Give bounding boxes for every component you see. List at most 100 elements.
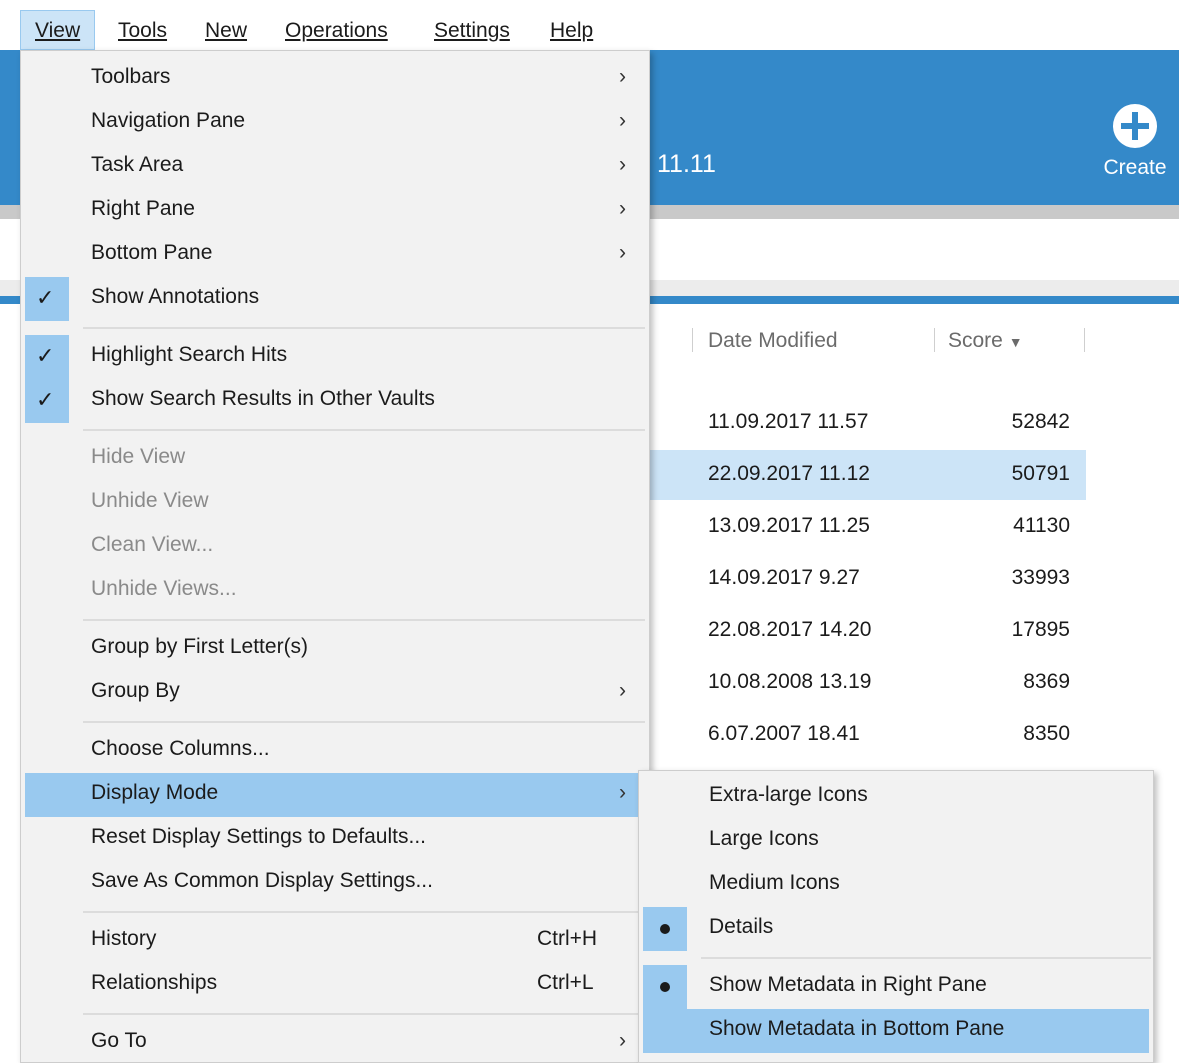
menu-view[interactable]: View — [20, 10, 96, 50]
menu-item-hide-view: Hide View — [25, 437, 643, 481]
menu-item-label: Navigation Pane — [91, 109, 246, 132]
check-box: ✓ — [25, 379, 69, 423]
create-button[interactable]: Create — [1096, 104, 1174, 194]
menu-item-label: History — [91, 927, 157, 950]
row-date: 22.09.2017 11.12 — [708, 462, 870, 485]
menu-item-task-area[interactable]: Task Area › — [25, 145, 643, 189]
table-row[interactable]: 13.09.2017 11.25 41130 — [650, 502, 1086, 552]
menu-item-show-annotations[interactable]: ✓ Show Annotations — [25, 277, 643, 321]
submenu-item-extra-large-icons[interactable]: Extra-large Icons — [643, 775, 1149, 819]
menu-new[interactable]: New — [205, 16, 247, 46]
submenu-item-label: Details — [709, 915, 774, 938]
menu-separator — [83, 429, 645, 431]
table-row[interactable]: 10.08.2008 13.19 8369 — [650, 658, 1086, 708]
row-score: 50791 — [1011, 462, 1070, 485]
menu-separator — [701, 957, 1151, 959]
menu-item-label: Toolbars — [91, 65, 171, 88]
column-header-date-modified[interactable]: Date Modified — [708, 324, 838, 358]
row-score: 8369 — [1023, 670, 1070, 693]
menu-item-show-search-results-other-vaults[interactable]: ✓ Show Search Results in Other Vaults — [25, 379, 643, 423]
menu-tools-label: Tools — [118, 19, 168, 42]
menu-separator — [83, 911, 645, 913]
menu-item-reset-display-settings[interactable]: Reset Display Settings to Defaults... — [25, 817, 643, 861]
menu-item-label: Group by First Letter(s) — [91, 635, 309, 658]
column-header-score[interactable]: Score ▼ — [948, 324, 1023, 358]
submenu-item-label: Medium Icons — [709, 871, 840, 894]
menu-item-toolbars[interactable]: Toolbars › — [25, 57, 643, 101]
row-date: 6.07.2007 18.41 — [708, 722, 860, 745]
menu-operations[interactable]: Operations — [285, 16, 388, 46]
menu-item-group-by[interactable]: Group By › — [25, 671, 643, 715]
row-date: 13.09.2017 11.25 — [708, 514, 870, 537]
menu-item-display-mode[interactable]: Display Mode › — [25, 773, 643, 817]
menu-item-bottom-pane[interactable]: Bottom Pane › — [25, 233, 643, 277]
submenu-item-metadata-right-pane[interactable]: Show Metadata in Right Pane — [643, 965, 1149, 1009]
menu-item-label: Save As Common Display Settings... — [91, 869, 433, 892]
chevron-right-icon: › — [619, 109, 626, 132]
menu-bar: View Tools New Operations Settings Help — [0, 0, 1179, 50]
chevron-right-icon: › — [619, 153, 626, 176]
menu-item-unhide-view: Unhide View — [25, 481, 643, 525]
menu-item-clean-view: Clean View... — [25, 525, 643, 569]
menu-item-group-by-first-letter[interactable]: Group by First Letter(s) — [25, 627, 643, 671]
menu-item-shortcut: Ctrl+H — [537, 927, 598, 950]
menu-item-choose-columns[interactable]: Choose Columns... — [25, 729, 643, 773]
view-menu-dropdown: Toolbars › Navigation Pane › Task Area ›… — [20, 50, 650, 1063]
column-separator[interactable] — [934, 328, 935, 352]
menu-settings[interactable]: Settings — [434, 16, 510, 46]
banner-date-text: 11.11 — [657, 150, 716, 178]
menu-item-label: Choose Columns... — [91, 737, 270, 760]
menu-item-navigation-pane[interactable]: Navigation Pane › — [25, 101, 643, 145]
chevron-right-icon: › — [619, 197, 626, 220]
column-separator[interactable] — [692, 328, 693, 352]
menu-operations-label: Operations — [285, 19, 388, 42]
table-row[interactable]: 14.09.2017 9.27 33993 — [650, 554, 1086, 604]
submenu-item-label: Show Metadata in Bottom Pane — [709, 1017, 1005, 1040]
chevron-right-icon: › — [619, 65, 626, 88]
chevron-right-icon: › — [619, 781, 626, 804]
menu-item-relationships[interactable]: Relationships Ctrl+L — [25, 963, 643, 1007]
menu-item-unhide-views: Unhide Views... — [25, 569, 643, 613]
menu-separator — [83, 327, 645, 329]
row-date: 22.08.2017 14.20 — [708, 618, 872, 641]
menu-item-label: Bottom Pane — [91, 241, 213, 264]
submenu-item-details[interactable]: Details — [643, 907, 1149, 951]
sort-descending-icon: ▼ — [1008, 334, 1023, 350]
submenu-item-medium-icons[interactable]: Medium Icons — [643, 863, 1149, 907]
menu-item-label: Display Mode — [91, 781, 219, 804]
row-score: 8350 — [1023, 722, 1070, 745]
row-score: 17895 — [1011, 618, 1070, 641]
bullet-icon — [660, 924, 670, 934]
menu-item-label: Relationships — [91, 971, 218, 994]
menu-help[interactable]: Help — [550, 16, 593, 46]
table-row-selected[interactable]: 22.09.2017 11.12 50791 — [650, 450, 1086, 500]
menu-item-label: Right Pane — [91, 197, 195, 220]
table-row[interactable]: 6.07.2007 18.41 8350 — [650, 710, 1086, 760]
menu-separator — [83, 1013, 645, 1015]
table-row[interactable]: 11.09.2017 11.57 52842 — [650, 398, 1086, 448]
submenu-item-metadata-bottom-pane[interactable]: Show Metadata in Bottom Pane — [643, 1009, 1149, 1053]
menu-item-label: Reset Display Settings to Defaults... — [91, 825, 426, 848]
menu-item-label: Clean View... — [91, 533, 214, 556]
menu-item-right-pane[interactable]: Right Pane › — [25, 189, 643, 233]
row-date: 14.09.2017 9.27 — [708, 566, 860, 589]
checkmark-icon: ✓ — [36, 387, 55, 412]
bullet-icon — [660, 982, 670, 992]
menu-item-history[interactable]: History Ctrl+H — [25, 919, 643, 963]
menu-item-label: Go To — [91, 1029, 147, 1052]
menu-tools[interactable]: Tools — [118, 16, 167, 46]
menu-item-save-common-display-settings[interactable]: Save As Common Display Settings... — [25, 861, 643, 905]
column-separator[interactable] — [1084, 328, 1085, 352]
submenu-item-large-icons[interactable]: Large Icons — [643, 819, 1149, 863]
plus-circle-icon — [1113, 104, 1157, 148]
display-mode-submenu: Extra-large Icons Large Icons Medium Ico… — [638, 770, 1154, 1063]
menu-item-highlight-search-hits[interactable]: ✓ Highlight Search Hits — [25, 335, 643, 379]
menu-item-go-to[interactable]: Go To › — [25, 1021, 643, 1063]
menu-item-label: Highlight Search Hits — [91, 343, 288, 366]
row-score: 52842 — [1011, 410, 1070, 433]
menu-item-label: Unhide View — [91, 489, 209, 512]
chevron-right-icon: › — [619, 1029, 626, 1052]
table-row[interactable]: 22.08.2017 14.20 17895 — [650, 606, 1086, 656]
check-box: ✓ — [25, 277, 69, 321]
menu-item-label: Show Search Results in Other Vaults — [91, 387, 435, 410]
